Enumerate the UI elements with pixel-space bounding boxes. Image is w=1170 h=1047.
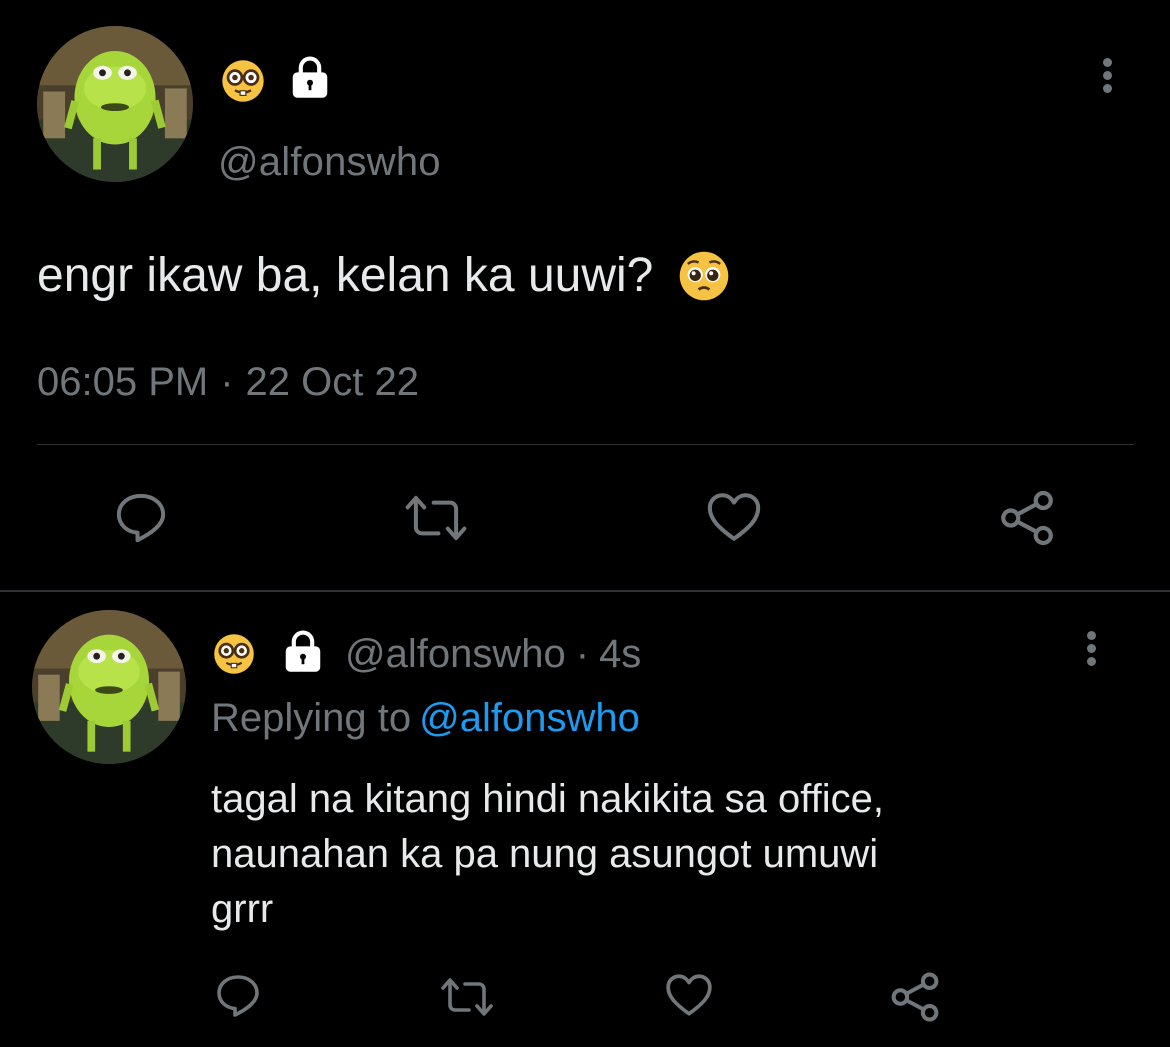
nerd-face-emoji: [212, 632, 256, 676]
more-options-icon[interactable]: [1090, 55, 1124, 95]
tweet-age[interactable]: 4s: [599, 632, 641, 676]
reply-text-line: tagal na kitang hindi nakikita sa office…: [211, 777, 885, 821]
tweet-timestamp[interactable]: 06:05 PM · 22 Oct 22: [37, 360, 419, 405]
avatar[interactable]: [37, 26, 193, 182]
author-handle[interactable]: @alfonswho: [345, 632, 566, 676]
replying-label: Replying to: [211, 696, 412, 740]
retweet-icon[interactable]: [438, 975, 496, 1019]
main-tweet[interactable]: @alfonswho engr ikaw ba, kelan ka uuwi?: [0, 0, 1170, 590]
replying-to: Replying to @alfonswho: [211, 696, 640, 741]
reply-text: tagal na kitang hindi nakikita sa office…: [211, 772, 884, 937]
lock-icon: [280, 628, 326, 674]
tweet-date: 22 Oct 22: [245, 360, 419, 404]
mike-wazowski-avatar: [32, 610, 186, 764]
more-options-icon[interactable]: [1074, 628, 1108, 668]
like-icon[interactable]: [705, 490, 763, 544]
tweet-thread-page: @alfonswho engr ikaw ba, kelan ka uuwi?: [0, 0, 1170, 1047]
meta-separator: ·: [220, 360, 234, 404]
reply-text-line: grrr: [211, 887, 274, 931]
like-icon[interactable]: [664, 972, 714, 1018]
mike-wazowski-avatar: [37, 26, 193, 182]
tweet-text-content: engr ikaw ba, kelan ka uuwi?: [37, 249, 654, 302]
tweet-text: engr ikaw ba, kelan ka uuwi?: [37, 248, 731, 303]
divider: [37, 444, 1134, 445]
tweet-time: 06:05 PM: [37, 360, 209, 404]
header-separator: ·: [575, 632, 590, 676]
mention-link[interactable]: @alfonswho: [419, 696, 640, 740]
author-handle[interactable]: @alfonswho: [218, 140, 441, 185]
avatar[interactable]: [32, 610, 186, 764]
share-icon[interactable]: [888, 970, 942, 1024]
reply-header: @alfonswho · 4s: [345, 632, 641, 677]
tweet-divider: [0, 590, 1170, 592]
pleading-face-emoji: [677, 249, 731, 303]
lock-icon: [287, 54, 333, 100]
reply-icon[interactable]: [112, 490, 170, 546]
reply-icon[interactable]: [213, 972, 263, 1020]
retweet-icon[interactable]: [402, 492, 470, 544]
reply-text-line: naunahan ka pa nung asungot umuwi: [211, 832, 879, 876]
nerd-face-emoji: [220, 58, 266, 104]
share-icon[interactable]: [997, 488, 1057, 548]
